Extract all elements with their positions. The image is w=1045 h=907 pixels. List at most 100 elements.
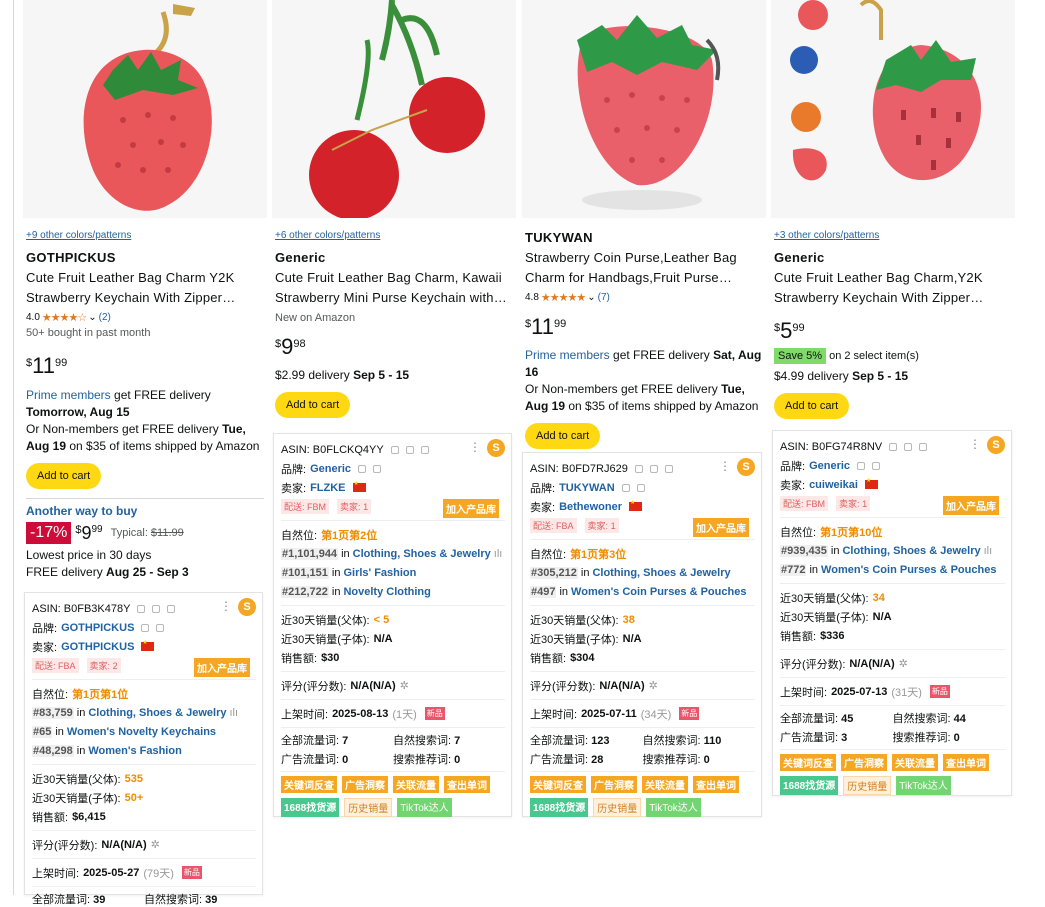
rating-row[interactable]: 4.0 ★★★★☆ ⌄ (2) [26, 311, 264, 324]
share-icon[interactable] [420, 445, 429, 454]
brand-link[interactable]: Generic [310, 463, 351, 475]
title-line-1[interactable]: Cute Fruit Leather Bag Charm,Y2K [774, 268, 1012, 288]
stars-icon[interactable]: ★★★★★ [541, 291, 586, 304]
location-icon[interactable] [152, 604, 161, 613]
rank-category[interactable]: Clothing, Shoes & Jewelry [88, 707, 226, 719]
other-colors-link[interactable]: +6 other colors/patterns [275, 230, 513, 244]
ad-insight-button[interactable]: 广告洞察 [591, 776, 637, 793]
product-image[interactable] [522, 0, 766, 218]
related-traffic-button[interactable]: 关联流量 [642, 776, 688, 793]
keyword-reverse-button[interactable]: 关键词反查 [530, 776, 586, 793]
add-to-library-button[interactable]: 加入产品库 [443, 499, 499, 518]
seller-link[interactable]: Bethewoner [559, 501, 622, 513]
source-1688-button[interactable]: 1688找货源 [281, 798, 340, 817]
review-count[interactable]: (2) [99, 312, 111, 323]
share-icon[interactable] [919, 442, 928, 451]
share-icon[interactable] [636, 483, 645, 492]
bar-chart-icon[interactable]: ılı [494, 548, 503, 560]
more-options-icon[interactable]: ⋮ [220, 599, 232, 613]
source-1688-button[interactable]: 1688找货源 [780, 776, 839, 795]
add-to-library-button[interactable]: 加入产品库 [194, 658, 250, 677]
tiktok-button[interactable]: TikTok达人 [896, 776, 951, 795]
location-icon[interactable] [904, 442, 913, 451]
related-traffic-button[interactable]: 关联流量 [393, 776, 439, 793]
price[interactable]: $ 5 99 [774, 320, 1012, 342]
product-title[interactable]: Cute Fruit Leather Bag Charm, Kawaii Str… [275, 268, 513, 308]
alt-price-row[interactable]: -17% $ 9 99 Typical: $11.99 [26, 522, 264, 544]
order-words-button[interactable]: 查出单词 [693, 776, 739, 793]
order-words-button[interactable]: 查出单词 [943, 754, 989, 771]
copy-icon[interactable] [889, 442, 898, 451]
bar-chart-icon[interactable]: ılı [984, 545, 993, 557]
keyword-reverse-button[interactable]: 关键词反查 [780, 754, 836, 771]
history-sales-button[interactable]: 历史销量 [593, 798, 642, 817]
stars-icon[interactable]: ★★★★☆ [42, 311, 87, 324]
history-sales-button[interactable]: 历史销量 [344, 798, 393, 817]
order-words-button[interactable]: 查出单词 [444, 776, 490, 793]
prime-members-link[interactable]: Prime members [525, 348, 610, 362]
asin[interactable]: ASIN: B0FD7RJ629 [530, 463, 628, 475]
add-to-cart-button[interactable]: Add to cart [525, 423, 601, 449]
other-colors-link[interactable]: +9 other colors/patterns [26, 230, 264, 244]
bar-chart-icon[interactable]: ılı [229, 707, 238, 719]
rank-category[interactable]: Women's Fashion [88, 745, 181, 757]
copy-icon[interactable] [358, 464, 367, 473]
title-line-2[interactable]: Strawberry Keychain With Zipper… [26, 288, 264, 308]
title-line-1[interactable]: Cute Fruit Leather Bag Charm Y2K [26, 268, 264, 288]
save-row[interactable]: Save 5% on 2 select item(s) [774, 348, 1012, 364]
share-icon[interactable] [167, 604, 176, 613]
rank-category[interactable]: Clothing, Shoes & Jewelry [353, 548, 491, 560]
brand-link[interactable]: GOTHPICKUS [61, 622, 134, 634]
add-to-cart-button[interactable]: Add to cart [774, 393, 850, 419]
title-line-1[interactable]: Strawberry Coin Purse,Leather Bag [525, 248, 763, 268]
add-to-library-button[interactable]: 加入产品库 [943, 496, 999, 515]
price[interactable]: $ 11 99 [525, 316, 763, 338]
add-to-library-button[interactable]: 加入产品库 [693, 518, 749, 537]
product-title[interactable]: Cute Fruit Leather Bag Charm,Y2K Strawbe… [774, 268, 1012, 308]
asin[interactable]: ASIN: B0FLCKQ4YY [281, 444, 384, 456]
rank-category[interactable]: Women's Coin Purses & Pouches [571, 586, 746, 598]
plugin-logo-icon[interactable]: S [737, 458, 755, 476]
brand-link[interactable]: TUKYWAN [559, 482, 615, 494]
plugin-logo-icon[interactable]: S [238, 598, 256, 616]
asin[interactable]: ASIN: B0FB3K478Y [32, 603, 130, 615]
tiktok-button[interactable]: TikTok达人 [646, 798, 701, 817]
product-image[interactable] [771, 0, 1015, 218]
add-to-cart-button[interactable]: Add to cart [275, 392, 351, 418]
rank-category[interactable]: Clothing, Shoes & Jewelry [592, 567, 730, 579]
plugin-logo-icon[interactable]: S [987, 436, 1005, 454]
location-icon[interactable] [405, 445, 414, 454]
copy-icon[interactable] [621, 483, 630, 492]
asin[interactable]: ASIN: B0FG74R8NV [780, 441, 882, 453]
history-sales-button[interactable]: 历史销量 [843, 776, 892, 795]
copy-icon[interactable] [141, 623, 150, 632]
seller-link[interactable]: cuiweikai [809, 479, 858, 491]
add-to-cart-button[interactable]: Add to cart [26, 463, 102, 489]
review-count[interactable]: (7) [598, 292, 610, 303]
another-way-link[interactable]: Another way to buy [26, 504, 264, 518]
product-title[interactable]: Cute Fruit Leather Bag Charm Y2K Strawbe… [26, 268, 264, 308]
more-options-icon[interactable]: ⋮ [719, 459, 731, 473]
copy-icon[interactable] [857, 461, 866, 470]
brand-link[interactable]: Generic [809, 460, 850, 472]
product-image[interactable] [23, 0, 267, 218]
share-icon[interactable] [156, 623, 165, 632]
title-line-2[interactable]: Strawberry Mini Purse Keychain with… [275, 288, 513, 308]
rank-category[interactable]: Women's Novelty Keychains [67, 726, 216, 738]
copy-icon[interactable] [137, 604, 146, 613]
title-line-2[interactable]: Strawberry Keychain With Zipper… [774, 288, 1012, 308]
share-icon[interactable] [872, 461, 881, 470]
title-line-2[interactable]: Charm for Handbags,Fruit Purse… [525, 268, 763, 288]
share-icon[interactable] [373, 464, 382, 473]
more-options-icon[interactable]: ⋮ [969, 437, 981, 451]
ad-insight-button[interactable]: 广告洞察 [342, 776, 388, 793]
plugin-logo-icon[interactable]: S [487, 439, 505, 457]
rank-category[interactable]: Clothing, Shoes & Jewelry [842, 545, 980, 557]
price[interactable]: $ 9 98 [275, 336, 513, 358]
tiktok-button[interactable]: TikTok达人 [397, 798, 452, 817]
other-colors-link[interactable]: +3 other colors/patterns [774, 230, 1012, 244]
ad-insight-button[interactable]: 广告洞察 [841, 754, 887, 771]
location-icon[interactable] [649, 464, 658, 473]
copy-icon[interactable] [390, 445, 399, 454]
price[interactable]: $ 11 99 [26, 355, 264, 377]
